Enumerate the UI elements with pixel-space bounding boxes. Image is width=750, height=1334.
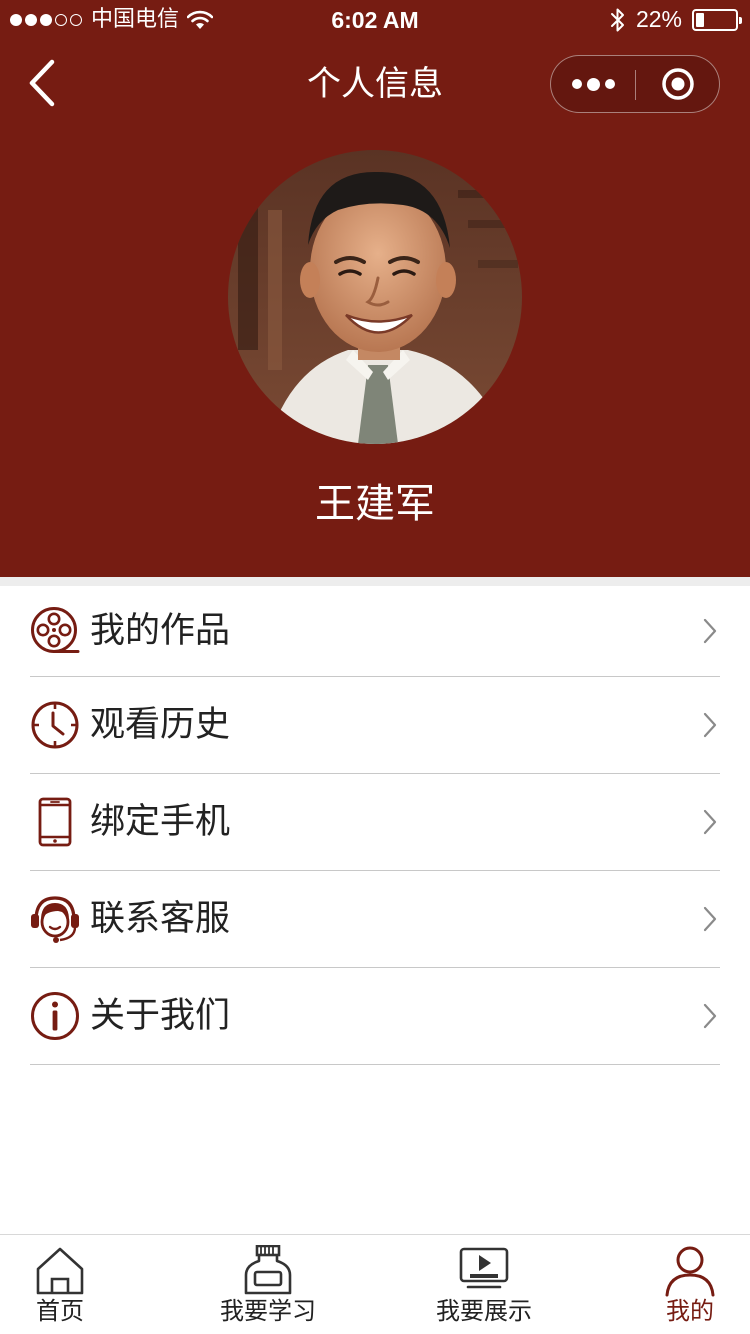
tab-mine[interactable]: 我的 xyxy=(640,1235,740,1334)
phone-icon xyxy=(38,797,72,847)
menu-item-about-us[interactable]: 关于我们 xyxy=(30,968,720,1065)
status-right: 22% xyxy=(610,6,742,33)
menu-item-watch-history[interactable]: 观看历史 xyxy=(30,677,720,774)
chevron-right-icon xyxy=(703,906,717,932)
status-bar: 中国电信 6:02 AM 22% xyxy=(0,0,750,40)
film-reel-icon xyxy=(31,607,80,653)
home-icon xyxy=(36,1247,84,1295)
close-button[interactable] xyxy=(637,56,719,112)
miniprogram-capsule xyxy=(550,55,720,113)
menu-item-my-works[interactable]: 我的作品 xyxy=(30,586,720,677)
headset-icon xyxy=(31,896,79,943)
inkbottle-icon xyxy=(244,1245,292,1295)
nav-bar: 个人信息 xyxy=(0,40,750,128)
avatar[interactable] xyxy=(228,150,522,444)
profile-header: 中国电信 6:02 AM 22% 个人信息 王建军 xyxy=(0,0,750,577)
tab-showcase[interactable]: 我要展示 xyxy=(414,1235,554,1334)
battery-icon xyxy=(692,8,742,31)
info-icon xyxy=(31,992,79,1040)
battery-percent: 22% xyxy=(635,6,682,32)
profile-menu-list: 我的作品 观看历史 绑定手机 联系客服 关于我们 xyxy=(30,586,720,1065)
bottom-tab-bar: 首页 我要学习 我要展示 我的 xyxy=(0,1234,750,1334)
tab-label: 我要展示 xyxy=(436,1297,532,1325)
avatar-photo xyxy=(228,150,522,444)
menu-item-label: 我的作品 xyxy=(90,611,231,651)
section-divider xyxy=(0,577,750,586)
bluetooth-icon xyxy=(610,8,624,31)
target-close-icon xyxy=(662,68,694,100)
more-button[interactable] xyxy=(551,56,635,112)
menu-item-label: 观看历史 xyxy=(90,705,231,745)
menu-item-label: 联系客服 xyxy=(90,899,231,939)
battery-level-fill xyxy=(696,12,704,27)
tab-label: 我要学习 xyxy=(220,1297,316,1325)
tab-learn[interactable]: 我要学习 xyxy=(200,1235,336,1334)
capsule-divider xyxy=(635,70,636,100)
user-icon xyxy=(665,1246,715,1297)
chevron-right-icon xyxy=(703,712,717,738)
chevron-right-icon xyxy=(703,618,717,644)
play-screen-icon xyxy=(459,1247,509,1289)
chevron-right-icon xyxy=(703,809,717,835)
tab-home[interactable]: 首页 xyxy=(0,1235,120,1334)
chevron-right-icon xyxy=(703,1003,717,1029)
menu-item-label: 绑定手机 xyxy=(90,802,231,842)
menu-item-customer-service[interactable]: 联系客服 xyxy=(30,871,720,968)
profile-name: 王建军 xyxy=(315,481,435,527)
menu-item-bind-phone[interactable]: 绑定手机 xyxy=(30,774,720,871)
more-dots-icon xyxy=(571,79,582,89)
tab-label: 我的 xyxy=(666,1297,714,1325)
tab-label: 首页 xyxy=(36,1297,84,1325)
menu-item-label: 关于我们 xyxy=(90,996,231,1036)
clock-icon xyxy=(31,701,79,749)
